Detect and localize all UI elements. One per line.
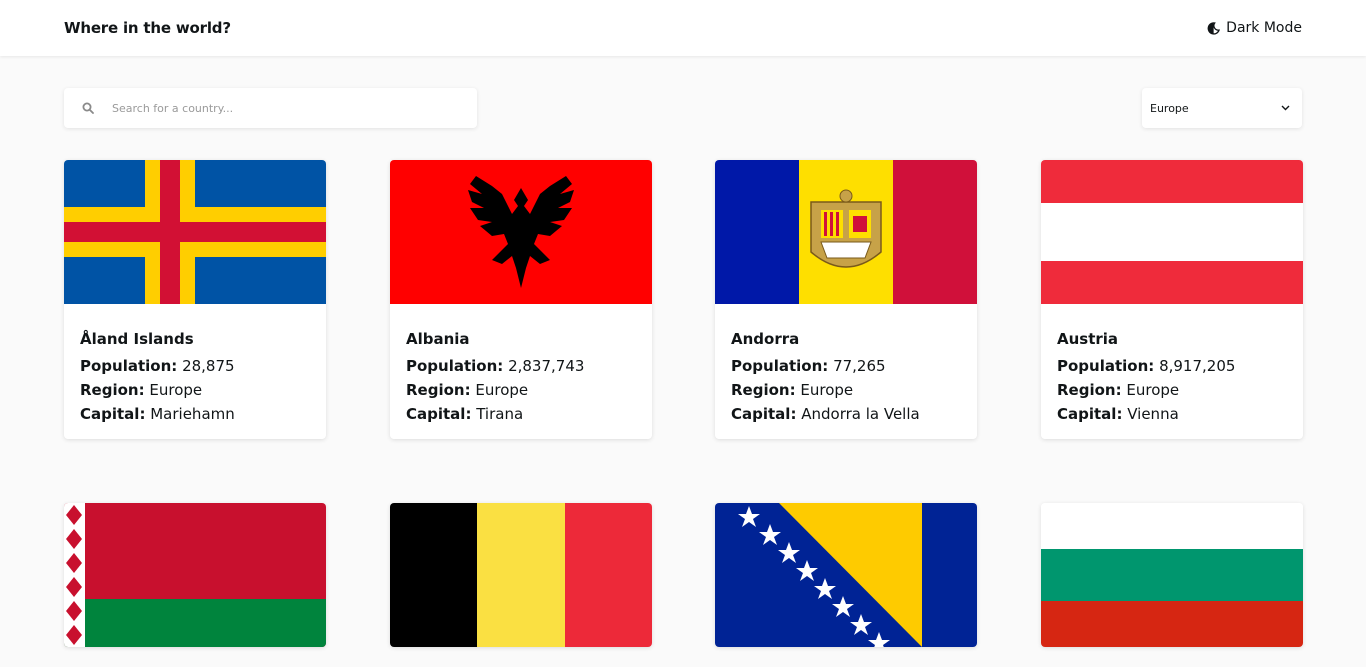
country-card[interactable]: Austria Population: 8,917,205 Region: Eu… bbox=[1041, 160, 1303, 439]
capital-label: Capital: bbox=[80, 405, 146, 423]
country-card[interactable] bbox=[1041, 503, 1303, 647]
country-card[interactable]: Albania Population: 2,837,743 Region: Eu… bbox=[390, 160, 652, 439]
dark-mode-toggle[interactable]: Dark Mode bbox=[1207, 20, 1302, 36]
region-label: Region: bbox=[1057, 381, 1122, 399]
capital-value: Vienna bbox=[1127, 405, 1179, 423]
country-name: Albania bbox=[406, 330, 470, 348]
country-card[interactable] bbox=[715, 503, 977, 647]
capital-label: Capital: bbox=[731, 405, 797, 423]
region-label: Region: bbox=[80, 381, 145, 399]
flag-belgium-icon bbox=[390, 503, 652, 647]
region-label: Region: bbox=[406, 381, 471, 399]
dark-mode-label: Dark Mode bbox=[1226, 20, 1302, 36]
country-card[interactable] bbox=[64, 503, 326, 647]
region-filter[interactable]: Europe bbox=[1142, 88, 1302, 128]
population-value: 77,265 bbox=[833, 357, 886, 375]
region-value: Europe bbox=[1126, 381, 1180, 399]
population-value: 28,875 bbox=[182, 357, 235, 375]
region-value: Europe bbox=[475, 381, 529, 399]
region-value: Europe bbox=[149, 381, 203, 399]
flag-bosnia-icon bbox=[715, 503, 977, 647]
flag-andorra-icon bbox=[715, 160, 977, 304]
search-input[interactable] bbox=[112, 101, 477, 115]
capital-value: Mariehamn bbox=[150, 405, 235, 423]
population-label: Population: bbox=[80, 357, 178, 375]
population-label: Population: bbox=[731, 357, 829, 375]
flag-albania-icon bbox=[390, 160, 652, 304]
population-value: 8,917,205 bbox=[1159, 357, 1236, 375]
country-card[interactable]: Åland Islands Population: 28,875 Region:… bbox=[64, 160, 326, 439]
capital-value: Tirana bbox=[476, 405, 524, 423]
region-value: Europe bbox=[800, 381, 854, 399]
moon-icon bbox=[1207, 21, 1221, 35]
population-label: Population: bbox=[406, 357, 504, 375]
app-title: Where in the world? bbox=[64, 19, 231, 37]
capital-label: Capital: bbox=[406, 405, 472, 423]
region-label: Region: bbox=[731, 381, 796, 399]
flag-aland-icon bbox=[64, 160, 326, 304]
country-card[interactable] bbox=[390, 503, 652, 647]
country-card[interactable]: Andorra Population: 77,265 Region: Europ… bbox=[715, 160, 977, 439]
search-box[interactable] bbox=[64, 88, 477, 128]
header: Where in the world? Dark Mode bbox=[0, 0, 1366, 56]
flag-austria-icon bbox=[1041, 160, 1303, 304]
population-value: 2,837,743 bbox=[508, 357, 585, 375]
region-filter-value: Europe bbox=[1150, 101, 1189, 115]
country-name: Åland Islands bbox=[80, 330, 194, 348]
country-name: Austria bbox=[1057, 330, 1119, 348]
capital-label: Capital: bbox=[1057, 405, 1123, 423]
country-name: Andorra bbox=[731, 330, 800, 348]
flag-bulgaria-icon bbox=[1041, 503, 1303, 647]
population-label: Population: bbox=[1057, 357, 1155, 375]
flag-belarus-icon bbox=[64, 503, 326, 647]
search-icon bbox=[82, 102, 94, 114]
capital-value: Andorra la Vella bbox=[801, 405, 920, 423]
chevron-down-icon bbox=[1281, 105, 1290, 111]
